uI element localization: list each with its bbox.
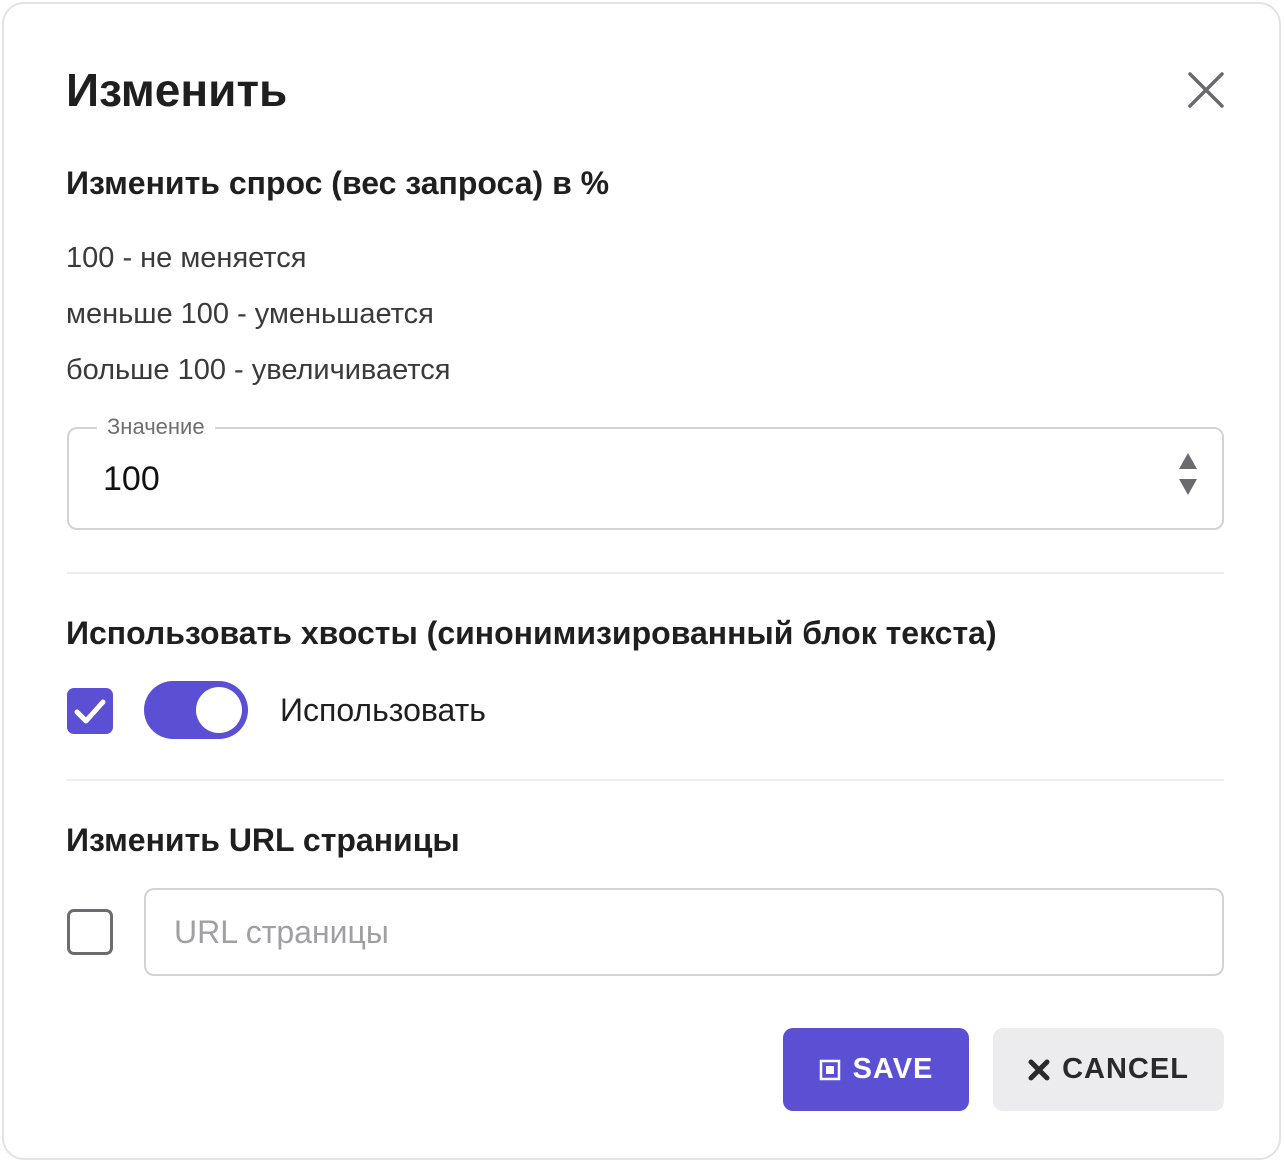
demand-rule-decrease: меньше 100 - уменьшается	[66, 298, 434, 330]
url-input[interactable]	[144, 888, 1224, 976]
dialog-title: Изменить	[66, 64, 288, 116]
close-icon	[1188, 72, 1224, 108]
section-divider	[67, 572, 1224, 574]
tails-toggle[interactable]	[144, 681, 248, 739]
cancel-button[interactable]: CANCEL	[993, 1028, 1224, 1111]
value-number-field[interactable]: Значение 100	[67, 412, 1224, 530]
toggle-knob	[196, 687, 242, 733]
cancel-button-label: CANCEL	[1062, 1053, 1189, 1085]
demand-heading: Изменить спрос (вес запроса) в %	[66, 165, 610, 201]
save-button[interactable]: SAVE	[783, 1028, 969, 1111]
tails-heading: Использовать хвосты (синонимизированный …	[66, 615, 997, 651]
checkmark-icon	[74, 699, 106, 724]
value-field-label: Значение	[97, 412, 215, 442]
tails-checkbox[interactable]	[67, 688, 113, 734]
section-divider	[67, 779, 1224, 781]
edit-dialog: Изменить Изменить спрос (вес запроса) в …	[2, 2, 1281, 1160]
url-heading: Изменить URL страницы	[66, 822, 460, 858]
x-icon	[1028, 1059, 1050, 1081]
spinner-arrows-icon[interactable]	[1176, 449, 1200, 499]
save-button-label: SAVE	[852, 1053, 934, 1085]
save-icon	[819, 1059, 841, 1081]
value-spinner[interactable]	[1176, 449, 1200, 499]
value-field-value[interactable]: 100	[103, 459, 160, 499]
tails-toggle-label: Использовать	[280, 692, 486, 728]
url-checkbox[interactable]	[67, 909, 113, 955]
demand-rule-increase: больше 100 - увеличивается	[66, 354, 451, 386]
close-button[interactable]	[1186, 70, 1226, 110]
demand-rule-unchanged: 100 - не меняется	[66, 242, 307, 274]
